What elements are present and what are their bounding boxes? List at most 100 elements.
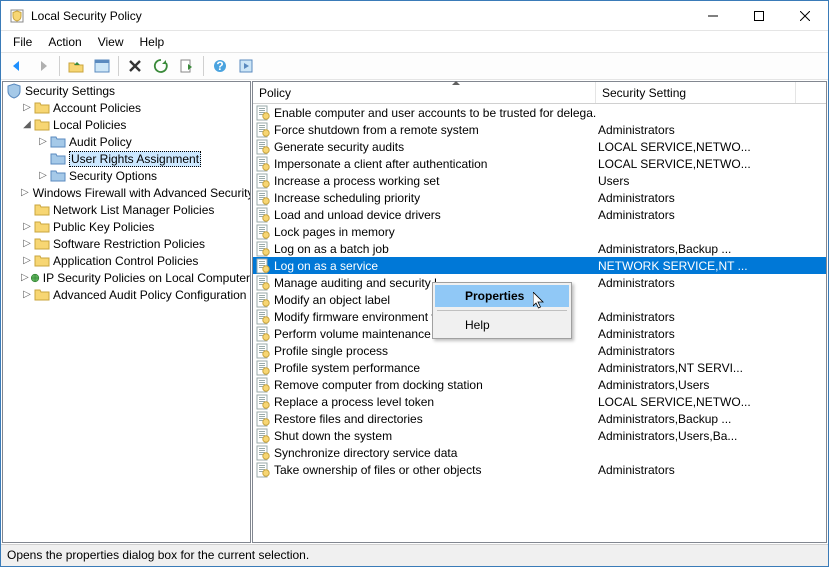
policy-icon bbox=[255, 241, 271, 257]
context-menu-item[interactable]: Help bbox=[435, 314, 569, 336]
list-row[interactable]: Restore files and directoriesAdministrat… bbox=[253, 410, 826, 427]
policy-icon bbox=[255, 139, 271, 155]
tree-label: Security Settings bbox=[25, 84, 115, 98]
list-row[interactable]: Profile single processAdministrators bbox=[253, 342, 826, 359]
close-button[interactable] bbox=[782, 1, 828, 31]
policy-cell: Restore files and directories bbox=[253, 411, 596, 427]
setting-cell: LOCAL SERVICE,NETWO... bbox=[596, 395, 796, 409]
tree-item[interactable]: ▷Windows Firewall with Advanced Security bbox=[3, 184, 250, 201]
tree-item[interactable]: ▷IP Security Policies on Local Computer bbox=[3, 269, 250, 286]
separator bbox=[437, 310, 567, 311]
setting-cell: Administrators,Backup ... bbox=[596, 242, 796, 256]
policy-icon bbox=[255, 105, 271, 121]
up-button[interactable] bbox=[64, 54, 88, 78]
list-row[interactable]: Enable computer and user accounts to be … bbox=[253, 104, 826, 121]
setting-cell: Administrators bbox=[596, 310, 796, 324]
expand-icon[interactable]: ▷ bbox=[21, 238, 33, 249]
list-row[interactable]: Generate security auditsLOCAL SERVICE,NE… bbox=[253, 138, 826, 155]
list-row[interactable]: Profile system performanceAdministrators… bbox=[253, 359, 826, 376]
list-row[interactable]: Load and unload device driversAdministra… bbox=[253, 206, 826, 223]
setting-cell: LOCAL SERVICE,NETWO... bbox=[596, 157, 796, 171]
menu-view[interactable]: View bbox=[92, 33, 130, 51]
expand-icon[interactable]: ▷ bbox=[21, 221, 33, 232]
tree-label: User Rights Assignment bbox=[69, 151, 201, 167]
tree-label: Public Key Policies bbox=[53, 220, 154, 234]
list-row[interactable]: Log on as a serviceNETWORK SERVICE,NT ..… bbox=[253, 257, 826, 274]
policy-cell: Shut down the system bbox=[253, 428, 596, 444]
tree-label: Local Policies bbox=[53, 118, 126, 132]
policy-cell: Log on as a service bbox=[253, 258, 596, 274]
menu-action[interactable]: Action bbox=[42, 33, 87, 51]
tree-item[interactable]: Network List Manager Policies bbox=[3, 201, 250, 218]
minimize-button[interactable] bbox=[690, 1, 736, 31]
list-row[interactable]: Synchronize directory service data bbox=[253, 444, 826, 461]
list-pane: PolicySecurity Setting Enable computer a… bbox=[252, 81, 827, 543]
tree-item[interactable]: ▷Application Control Policies bbox=[3, 252, 250, 269]
refresh-button[interactable] bbox=[149, 54, 173, 78]
list-body[interactable]: Enable computer and user accounts to be … bbox=[253, 104, 826, 542]
folder-blue-icon bbox=[50, 168, 66, 184]
list-row[interactable]: Log on as a batch jobAdministrators,Back… bbox=[253, 240, 826, 257]
export-button[interactable] bbox=[175, 54, 199, 78]
list-row[interactable]: Increase a process working setUsers bbox=[253, 172, 826, 189]
policy-cell: Increase a process working set bbox=[253, 173, 596, 189]
expand-icon[interactable]: ▷ bbox=[21, 102, 33, 113]
list-row[interactable]: Replace a process level tokenLOCAL SERVI… bbox=[253, 393, 826, 410]
policy-cell: Replace a process level token bbox=[253, 394, 596, 410]
setting-cell: Administrators bbox=[596, 463, 796, 477]
help-button[interactable] bbox=[208, 54, 232, 78]
window: Local Security Policy FileActionViewHelp… bbox=[0, 0, 829, 567]
tree-item[interactable]: ▷Advanced Audit Policy Configuration bbox=[3, 286, 250, 303]
expand-icon[interactable]: ▷ bbox=[37, 136, 49, 147]
expand-icon[interactable]: ▷ bbox=[37, 170, 49, 181]
setting-cell: NETWORK SERVICE,NT ... bbox=[596, 259, 796, 273]
forward-button[interactable] bbox=[31, 54, 55, 78]
menu-help[interactable]: Help bbox=[134, 33, 171, 51]
tree-item[interactable]: ▷Software Restriction Policies bbox=[3, 235, 250, 252]
list-row[interactable]: Impersonate a client after authenticatio… bbox=[253, 155, 826, 172]
policy-cell: Log on as a batch job bbox=[253, 241, 596, 257]
column-header[interactable]: Security Setting bbox=[596, 82, 796, 103]
expand-icon[interactable]: ▷ bbox=[21, 255, 33, 266]
tree-root[interactable]: Security Settings bbox=[3, 82, 250, 99]
column-header[interactable]: Policy bbox=[253, 82, 596, 103]
menu-file[interactable]: File bbox=[7, 33, 38, 51]
folder-icon bbox=[34, 287, 50, 303]
folder-blue-icon bbox=[50, 134, 66, 150]
policy-cell: Lock pages in memory bbox=[253, 224, 596, 240]
tree-item[interactable]: ▷ Public Key Policies bbox=[3, 218, 250, 235]
separator bbox=[118, 56, 119, 76]
list-row[interactable]: Increase scheduling priorityAdministrato… bbox=[253, 189, 826, 206]
list-row[interactable]: Take ownership of files or other objects… bbox=[253, 461, 826, 478]
tree-pane[interactable]: Security Settings ▷Account Policies ◢ Loca… bbox=[2, 81, 251, 543]
expand-icon[interactable]: ▷ bbox=[21, 272, 29, 283]
view-mode-button[interactable] bbox=[90, 54, 114, 78]
tree-item[interactable]: ▷Audit Policy bbox=[3, 133, 250, 150]
policy-icon bbox=[255, 445, 271, 461]
setting-cell: Administrators,Backup ... bbox=[596, 412, 796, 426]
list-row[interactable]: Remove computer from docking stationAdmi… bbox=[253, 376, 826, 393]
delete-button[interactable] bbox=[123, 54, 147, 78]
list-row[interactable]: Force shutdown from a remote systemAdmin… bbox=[253, 121, 826, 138]
back-button[interactable] bbox=[5, 54, 29, 78]
policy-icon bbox=[255, 258, 271, 274]
policy-cell: Remove computer from docking station bbox=[253, 377, 596, 393]
list-row[interactable]: Shut down the systemAdministrators,Users… bbox=[253, 427, 826, 444]
tree-item[interactable]: ◢ Local Policies bbox=[3, 116, 250, 133]
context-menu-item[interactable]: Properties bbox=[435, 285, 569, 307]
expand-icon[interactable]: ◢ bbox=[21, 119, 33, 130]
tree-item[interactable]: User Rights Assignment bbox=[3, 150, 250, 167]
action-button[interactable] bbox=[234, 54, 258, 78]
expand-icon[interactable]: ▷ bbox=[21, 187, 29, 198]
maximize-button[interactable] bbox=[736, 1, 782, 31]
menubar: FileAction ViewHelp bbox=[1, 31, 828, 52]
tree-item[interactable]: ▷Security Options bbox=[3, 167, 250, 184]
policy-cell: Synchronize directory service data bbox=[253, 445, 596, 461]
setting-cell: Administrators bbox=[596, 191, 796, 205]
policy-icon bbox=[255, 462, 271, 478]
expand-icon[interactable]: ▷ bbox=[21, 289, 33, 300]
setting-cell: LOCAL SERVICE,NETWO... bbox=[596, 140, 796, 154]
list-row[interactable]: Lock pages in memory bbox=[253, 223, 826, 240]
tree-item[interactable]: ▷Account Policies bbox=[3, 99, 250, 116]
setting-cell: Users bbox=[596, 174, 796, 188]
